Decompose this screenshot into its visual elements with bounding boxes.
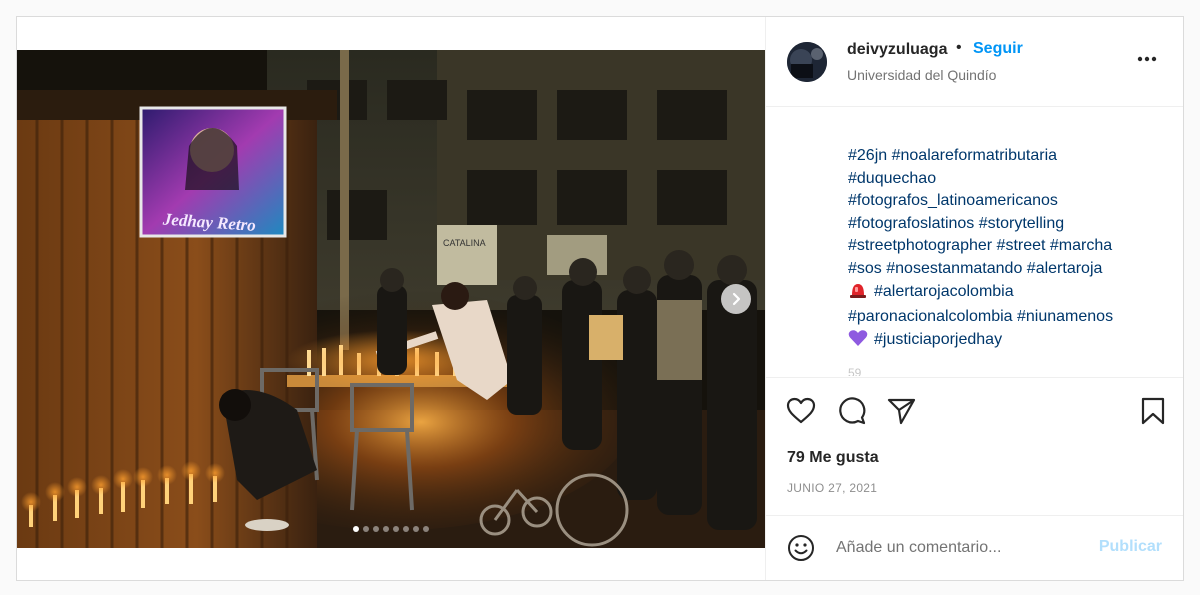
hashtag-line[interactable]: #alertarojacolombia (874, 283, 1014, 300)
hashtag-line[interactable]: #duquechao (848, 168, 1163, 191)
hashtag-line[interactable]: #fotografos_latinoamericanos (848, 190, 1163, 213)
hashtag-line[interactable]: #26jn #noalareformatributaria (848, 145, 1163, 168)
vigil-photo: CATALINA Jedhay Retro (17, 50, 765, 548)
carousel-dot (353, 526, 359, 532)
post-header: deivyzuluaga • Seguir Universidad del Qu… (766, 17, 1183, 107)
share-icon (887, 398, 916, 425)
comment-button[interactable] (837, 397, 867, 430)
carousel-dot (363, 526, 369, 532)
emoji-button[interactable] (787, 534, 815, 567)
carousel-dot (393, 526, 399, 532)
post-date[interactable]: JUNIO 27, 2021 (787, 481, 877, 495)
comment-input[interactable] (836, 536, 1086, 560)
catalina-sign: CATALINA (443, 238, 486, 248)
post-sidebar: deivyzuluaga • Seguir Universidad del Qu… (765, 17, 1183, 580)
publish-button[interactable]: Publicar (1099, 538, 1162, 556)
post-media: CATALINA Jedhay Retro (17, 17, 765, 580)
more-icon (1137, 56, 1157, 62)
hashtag-line[interactable]: #fotografoslatinos #storytelling (848, 213, 1163, 236)
carousel-dot (403, 526, 409, 532)
avatar-image (787, 42, 827, 82)
like-button[interactable] (786, 397, 816, 430)
carousel-dot (373, 526, 379, 532)
hashtag-line[interactable]: #paronacionalcolombia #niunamenos (848, 306, 1163, 329)
smiley-icon (788, 535, 814, 561)
location-link[interactable]: Universidad del Quindío (847, 67, 996, 83)
post-photo[interactable]: CATALINA Jedhay Retro (17, 50, 765, 548)
comment-bar: Publicar (766, 515, 1183, 581)
save-button[interactable] (1140, 397, 1166, 430)
bookmark-icon (1141, 397, 1165, 425)
carousel-indicator (17, 526, 765, 532)
heart-icon (786, 397, 816, 424)
separator-dot: • (956, 39, 962, 56)
likes-count[interactable]: 79 Me gusta (787, 449, 879, 467)
siren-icon (848, 281, 868, 307)
share-button[interactable] (887, 397, 917, 430)
carousel-dot (383, 526, 389, 532)
caption-overflow-text: 59 (848, 366, 862, 376)
hashtag-line[interactable]: #justiciaporjedhay (874, 331, 1002, 348)
instagram-post: CATALINA Jedhay Retro deivyzuluaga • Seg… (16, 16, 1184, 581)
avatar[interactable] (787, 42, 827, 82)
hashtag-line[interactable]: #streetphotographer #street #marcha (848, 235, 1163, 258)
carousel-next-button[interactable] (721, 284, 751, 314)
post-actions (766, 377, 1183, 446)
follow-button[interactable]: Seguir (973, 40, 1023, 58)
more-options-button[interactable] (1137, 49, 1157, 67)
post-caption: #26jn #noalareformatributaria #duquechao… (848, 145, 1163, 354)
username-link[interactable]: deivyzuluaga (847, 41, 947, 59)
purple-heart-icon (848, 329, 868, 355)
hashtag-line[interactable]: #sos #nosestanmatando #alertaroja (848, 258, 1163, 281)
chevron-right-icon (732, 292, 741, 306)
carousel-dot (423, 526, 429, 532)
comment-icon (839, 397, 866, 425)
carousel-dot (413, 526, 419, 532)
